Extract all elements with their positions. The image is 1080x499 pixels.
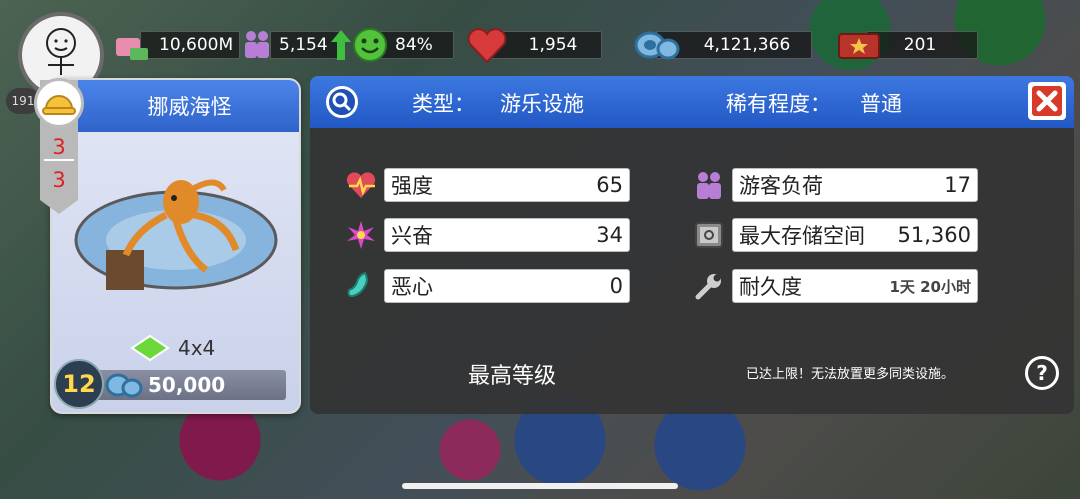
storage-label: 最大存储空间 bbox=[739, 224, 865, 248]
type-value: 游乐设施 bbox=[500, 92, 584, 116]
ride-name-header: 挪威海怪 bbox=[52, 80, 299, 132]
tickets-value: 201 bbox=[903, 35, 937, 55]
heart-icon bbox=[467, 28, 507, 64]
nausea-value: 0 bbox=[609, 274, 623, 298]
close-icon bbox=[1032, 86, 1062, 116]
ride-info-panel: 类型： 游乐设施 稀有程度： 普通 强度 65 兴奋 34 恶心 0 游客负荷 … bbox=[310, 76, 1074, 414]
help-button[interactable]: ? bbox=[1025, 356, 1059, 390]
cost-value: 50,000 bbox=[148, 373, 226, 397]
up-arrow-icon bbox=[331, 30, 351, 60]
durability-value: 1天 20小时 bbox=[889, 277, 971, 296]
capacity-label: 游客负荷 bbox=[739, 174, 823, 198]
excitement-value: 34 bbox=[596, 223, 623, 247]
type-label: 类型： bbox=[412, 92, 475, 116]
tier-current: 3 bbox=[52, 135, 66, 159]
tickets-counter[interactable]: 201 bbox=[866, 31, 978, 59]
limit-note: 已达上限！无法放置更多同类设施。 bbox=[746, 367, 955, 382]
rarity-value: 普通 bbox=[860, 92, 902, 116]
storage-safe-icon bbox=[690, 217, 728, 253]
avatar-face-icon bbox=[46, 28, 76, 75]
ride-name: 挪威海怪 bbox=[147, 95, 232, 119]
intensity-label: 强度 bbox=[391, 174, 433, 198]
money-counter[interactable]: 10,600M bbox=[140, 31, 240, 59]
excitement-burst-icon bbox=[342, 217, 380, 253]
builder-badge bbox=[34, 78, 84, 128]
coins-icon bbox=[634, 31, 680, 60]
excitement-label: 兴奋 bbox=[391, 224, 433, 248]
cost-coin-icon bbox=[105, 373, 143, 398]
help-icon: ? bbox=[1036, 361, 1048, 385]
capacity-value: 17 bbox=[944, 173, 971, 197]
nausea-stat: 恶心 0 bbox=[342, 268, 630, 304]
durability-label: 耐久度 bbox=[739, 275, 802, 299]
search-icon bbox=[332, 92, 352, 112]
guest-value: 5,154 bbox=[279, 35, 328, 55]
wrench-icon bbox=[690, 268, 728, 304]
nausea-stomach-icon bbox=[342, 268, 380, 304]
info-header: 类型： 游乐设施 稀有程度： 普通 bbox=[310, 76, 1074, 128]
happiness-value: 84% bbox=[395, 35, 433, 55]
capacity-stat: 游客负荷 17 bbox=[690, 167, 978, 203]
excitement-stat: 兴奋 34 bbox=[342, 217, 630, 253]
rarity-label: 稀有程度： bbox=[726, 92, 831, 116]
hardhat-icon bbox=[42, 95, 76, 115]
size-value: 4x4 bbox=[178, 336, 216, 360]
close-button[interactable] bbox=[1028, 82, 1066, 120]
happy-face-icon bbox=[353, 28, 387, 62]
max-level-text: 最高等级 bbox=[468, 364, 557, 389]
footprint-icon bbox=[130, 334, 170, 362]
home-indicator[interactable] bbox=[402, 483, 678, 489]
storage-value: 51,360 bbox=[897, 223, 971, 247]
capacity-guests-icon bbox=[690, 167, 728, 203]
durability-stat: 耐久度 1天 20小时 bbox=[690, 268, 978, 304]
kraken-ride-image bbox=[74, 179, 278, 290]
search-button[interactable] bbox=[326, 86, 358, 118]
storage-stat: 最大存储空间 51,360 bbox=[690, 217, 978, 253]
nausea-label: 恶心 bbox=[391, 275, 433, 299]
intensity-heart-icon bbox=[342, 167, 380, 203]
ride-size: 4x4 bbox=[130, 334, 215, 362]
guests-icon bbox=[245, 31, 269, 58]
required-level-badge: 12 bbox=[54, 359, 104, 409]
intensity-value: 65 bbox=[596, 173, 623, 197]
coins-value: 4,121,366 bbox=[703, 35, 791, 55]
money-value: 10,600M bbox=[159, 35, 234, 55]
intensity-stat: 强度 65 bbox=[342, 167, 630, 203]
hearts-value: 1,954 bbox=[528, 35, 578, 55]
ticket-icon bbox=[838, 33, 880, 59]
money-icon bbox=[116, 38, 148, 60]
tier-max: 3 bbox=[52, 168, 66, 192]
